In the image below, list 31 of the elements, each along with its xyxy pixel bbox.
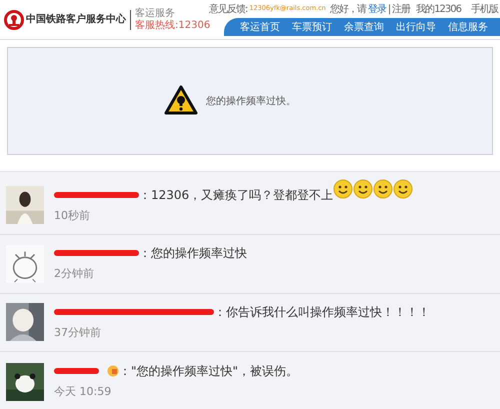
comment-time: 今天 10:59 [54,384,112,400]
site-name: 中国铁路客户服务中心 [26,12,126,27]
mobile-link[interactable]: 手机版 [471,2,498,16]
hotline-text: 客服热线:12306 [135,20,210,30]
greeting-text: 您好，请 [330,2,366,16]
nav-link[interactable]: 信息服务 [448,20,488,34]
nav-link[interactable]: 余票查询 [344,20,384,34]
railway-logo-icon [4,10,24,30]
section-title: 客运服务 [135,8,176,18]
nav-link[interactable]: 客运首页 [240,20,280,34]
nav-link[interactable]: 出行向导 [396,20,436,34]
comment-text: ：你告诉我什么叫操作频率过快！！！！ [214,304,430,322]
smiley-icon [353,178,374,199]
comment-text: ：12306，又瘫痪了吗？登都登不上 [139,186,334,204]
comment-text: ："您的操作频率过快"，被误伤。 [119,363,298,380]
login-link[interactable]: 登录 [368,2,386,16]
separator-text: | [388,2,390,16]
redaction-scribble [54,367,99,376]
comment-time: 10秒前 [54,208,91,224]
register-link[interactable]: 注册 [392,2,410,16]
smiley-icon [393,178,414,199]
smiley-icon [373,178,394,199]
notice-message: 您的操作频率过快。 [206,94,296,108]
feedback-label: 意见反馈: [208,2,248,16]
comment-text: ：您的操作频率过快 [139,245,247,262]
account-menu[interactable]: 我的12306 [416,2,461,16]
smiley-icon [333,178,354,199]
nav-link[interactable]: 车票预订 [292,20,332,34]
comment-time: 37分钟前 [54,325,102,342]
warning-icon [164,85,198,117]
comment-time: 2分钟前 [54,266,95,282]
